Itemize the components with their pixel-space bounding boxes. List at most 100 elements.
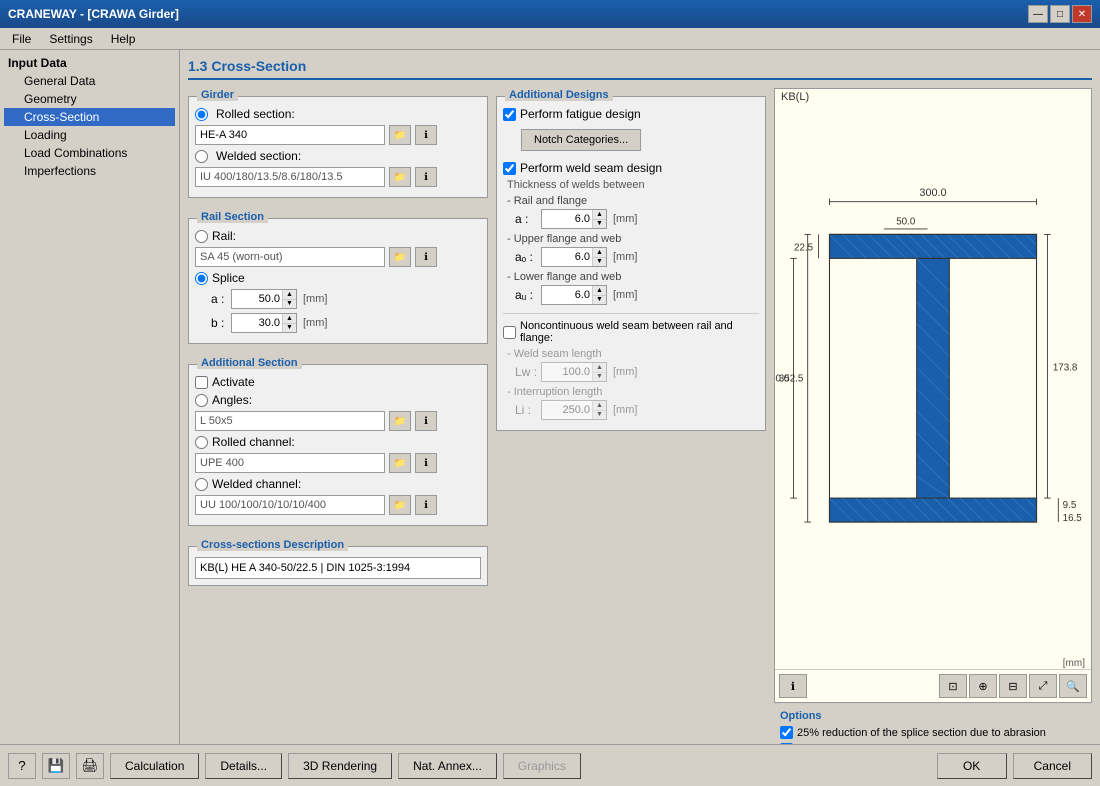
menu-settings[interactable]: Settings bbox=[41, 30, 100, 48]
ao-spin[interactable]: ▲ ▼ bbox=[541, 247, 607, 267]
sidebar-item-cross-section[interactable]: Cross-Section bbox=[4, 108, 175, 126]
au-spin[interactable]: ▲ ▼ bbox=[541, 285, 607, 305]
a-spin[interactable]: ▲ ▼ bbox=[541, 209, 607, 229]
help-btn[interactable]: ? bbox=[8, 753, 36, 779]
splice-b-input[interactable] bbox=[232, 317, 282, 329]
li-down[interactable]: ▼ bbox=[593, 411, 606, 420]
a-mm: [mm] bbox=[613, 213, 637, 225]
sidebar-item-general-data[interactable]: General Data bbox=[4, 72, 175, 90]
ao-arrows: ▲ ▼ bbox=[592, 248, 606, 266]
au-input[interactable] bbox=[542, 289, 592, 301]
cancel-button[interactable]: Cancel bbox=[1013, 753, 1092, 779]
fatigue-checkbox[interactable] bbox=[503, 108, 516, 121]
welded-section-info-btn[interactable]: ℹ bbox=[415, 167, 437, 187]
rolled-section-label: Rolled section: bbox=[216, 107, 295, 121]
splice-b-down[interactable]: ▼ bbox=[283, 324, 296, 333]
zoom-in-btn[interactable]: ⊕ bbox=[969, 674, 997, 698]
rail-section-group: Rail Section Rail: 📁 ℹ bbox=[188, 218, 488, 344]
rolled-channel-info-btn[interactable]: ℹ bbox=[415, 453, 437, 473]
lw-down[interactable]: ▼ bbox=[593, 373, 606, 382]
menu-file[interactable]: File bbox=[4, 30, 39, 48]
rolled-section-info-btn[interactable]: ℹ bbox=[415, 125, 437, 145]
zoom-out-btn[interactable]: ⊟ bbox=[999, 674, 1027, 698]
activate-row: Activate bbox=[195, 375, 481, 389]
ao-up[interactable]: ▲ bbox=[593, 248, 606, 258]
sidebar-item-geometry[interactable]: Geometry bbox=[4, 90, 175, 108]
au-up[interactable]: ▲ bbox=[593, 286, 606, 296]
nat-annex-button[interactable]: Nat. Annex... bbox=[398, 753, 497, 779]
rail-radio-row: Rail: bbox=[195, 229, 481, 243]
rolled-section-input[interactable] bbox=[195, 125, 385, 145]
a-down[interactable]: ▼ bbox=[593, 220, 606, 229]
angles-radio[interactable] bbox=[195, 394, 208, 407]
sidebar-item-loading[interactable]: Loading bbox=[4, 126, 175, 144]
splice-a-input[interactable] bbox=[232, 293, 282, 305]
details-button[interactable]: Details... bbox=[205, 753, 282, 779]
ao-down[interactable]: ▼ bbox=[593, 258, 606, 267]
sidebar-item-load-combinations[interactable]: Load Combinations bbox=[4, 144, 175, 162]
print-btn[interactable]: 🖨 bbox=[76, 753, 104, 779]
maximize-button[interactable]: □ bbox=[1050, 5, 1070, 23]
angles-browse-btn[interactable]: 📁 bbox=[389, 411, 411, 431]
li-arrows: ▲ ▼ bbox=[592, 401, 606, 419]
splice-radio[interactable] bbox=[195, 272, 208, 285]
lw-input[interactable] bbox=[542, 366, 592, 378]
description-group: Cross-sections Description KB(L) HE A 34… bbox=[188, 546, 488, 586]
close-button[interactable]: ✕ bbox=[1072, 5, 1092, 23]
sidebar-item-imperfections[interactable]: Imperfections bbox=[4, 162, 175, 180]
menu-help[interactable]: Help bbox=[103, 30, 144, 48]
welded-channel-info-btn[interactable]: ℹ bbox=[415, 495, 437, 515]
au-down[interactable]: ▼ bbox=[593, 296, 606, 305]
angles-radio-row: Angles: bbox=[195, 393, 481, 407]
welded-channel-radio[interactable] bbox=[195, 478, 208, 491]
splice-a-up[interactable]: ▲ bbox=[283, 290, 296, 300]
rolled-section-browse-btn[interactable]: 📁 bbox=[389, 125, 411, 145]
lw-up[interactable]: ▲ bbox=[593, 363, 606, 373]
rail-input[interactable] bbox=[195, 247, 385, 267]
option2-row: Consider rail section for the cross-sect… bbox=[780, 743, 1086, 744]
options-section: Options 25% reduction of the splice sect… bbox=[774, 703, 1092, 744]
sidebar-group-input-data[interactable]: Input Data bbox=[4, 54, 175, 72]
option1-checkbox[interactable] bbox=[780, 726, 793, 739]
a-input[interactable] bbox=[542, 213, 592, 225]
rolled-channel-browse-btn[interactable]: 📁 bbox=[389, 453, 411, 473]
rail-browse-btn[interactable]: 📁 bbox=[389, 247, 411, 267]
zoom-fit-btn[interactable]: ⊡ bbox=[939, 674, 967, 698]
rolled-section-radio[interactable] bbox=[195, 108, 208, 121]
splice-b-up[interactable]: ▲ bbox=[283, 314, 296, 324]
welded-channel-browse-btn[interactable]: 📁 bbox=[389, 495, 411, 515]
rail-radio[interactable] bbox=[195, 230, 208, 243]
welded-channel-input[interactable] bbox=[195, 495, 385, 515]
li-up[interactable]: ▲ bbox=[593, 401, 606, 411]
ao-input[interactable] bbox=[542, 251, 592, 263]
rolled-channel-input[interactable] bbox=[195, 453, 385, 473]
a-up[interactable]: ▲ bbox=[593, 210, 606, 220]
splice-a-spin[interactable]: ▲ ▼ bbox=[231, 289, 297, 309]
noncontinuous-checkbox[interactable] bbox=[503, 326, 516, 339]
rail-info-btn[interactable]: ℹ bbox=[415, 247, 437, 267]
ok-button[interactable]: OK bbox=[937, 753, 1007, 779]
welded-section-radio[interactable] bbox=[195, 150, 208, 163]
splice-a-down[interactable]: ▼ bbox=[283, 300, 296, 309]
activate-checkbox[interactable] bbox=[195, 376, 208, 389]
notch-categories-button[interactable]: Notch Categories... bbox=[521, 129, 641, 151]
angles-input[interactable] bbox=[195, 411, 385, 431]
minimize-button[interactable]: — bbox=[1028, 5, 1048, 23]
noncontinuous-row: Noncontinuous weld seam between rail and… bbox=[503, 320, 759, 344]
splice-b-row: b : ▲ ▼ [mm] bbox=[195, 313, 481, 333]
rolled-channel-radio[interactable] bbox=[195, 436, 208, 449]
graphics-button[interactable]: Graphics bbox=[503, 753, 581, 779]
rendering-button[interactable]: 3D Rendering bbox=[288, 753, 392, 779]
li-input[interactable] bbox=[542, 404, 592, 416]
calculation-button[interactable]: Calculation bbox=[110, 753, 199, 779]
info-canvas-btn[interactable]: ℹ bbox=[779, 674, 807, 698]
welded-section-browse-btn[interactable]: 📁 bbox=[389, 167, 411, 187]
search-btn[interactable]: 🔍 bbox=[1059, 674, 1087, 698]
angles-info-btn[interactable]: ℹ bbox=[415, 411, 437, 431]
option2-checkbox[interactable] bbox=[780, 743, 793, 744]
splice-b-spin[interactable]: ▲ ▼ bbox=[231, 313, 297, 333]
save-btn[interactable]: 💾 bbox=[42, 753, 70, 779]
welded-section-input[interactable] bbox=[195, 167, 385, 187]
move-btn[interactable]: ⤢ bbox=[1029, 674, 1057, 698]
weld-checkbox[interactable] bbox=[503, 162, 516, 175]
